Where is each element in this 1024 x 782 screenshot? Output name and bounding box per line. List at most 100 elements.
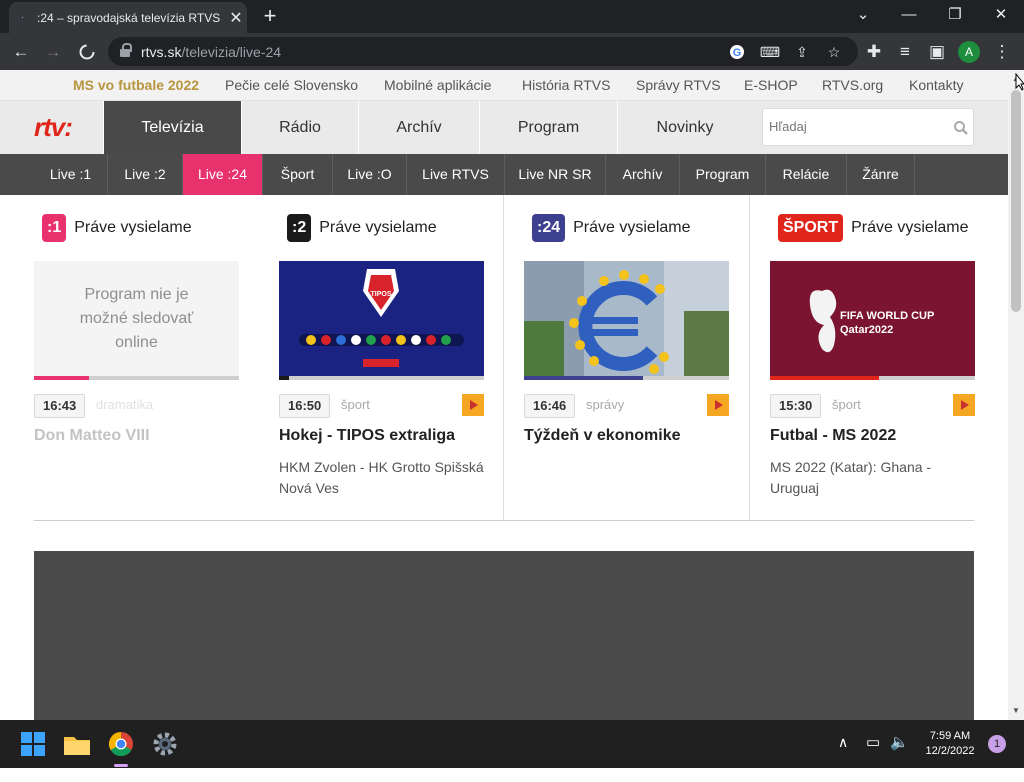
browser-tab[interactable]: · :24 – spravodajská televízia RTVS ✕ bbox=[9, 2, 247, 33]
bookmark-star-icon[interactable]: ☆ bbox=[823, 41, 845, 63]
top-link-ms-futbal[interactable]: MS vo futbale 2022 bbox=[73, 77, 199, 93]
nav-radio[interactable]: Rádio bbox=[241, 101, 358, 154]
program-title[interactable]: Futbal - MS 2022 bbox=[770, 427, 975, 445]
video-thumbnail[interactable]: FIFA WORLD CUP Qatar2022 bbox=[770, 261, 975, 380]
mouse-cursor-icon bbox=[1015, 73, 1024, 91]
top-link-historia[interactable]: História RTVS bbox=[522, 77, 610, 93]
side-panel-icon[interactable]: ▣ bbox=[925, 40, 949, 64]
channel-heading: ŠPORT Práve vysielame bbox=[778, 213, 969, 243]
progress-fill bbox=[34, 376, 90, 380]
chrome-menu-icon[interactable]: ⋮ bbox=[990, 40, 1014, 64]
url-text: rtvs.sk/televizia/live-24 bbox=[141, 44, 282, 60]
channel-heading: :2 Práve vysielame bbox=[287, 213, 437, 243]
search-input[interactable] bbox=[769, 119, 949, 134]
network-icon[interactable]: ▭ bbox=[866, 733, 880, 781]
video-thumbnail[interactable]: TIPOS bbox=[279, 261, 484, 380]
program-title[interactable]: Týždeň v ekonomike bbox=[524, 427, 729, 445]
genre-label: šport bbox=[341, 397, 370, 412]
program-description: MS 2022 (Katar): Ghana - Uruguaj bbox=[770, 459, 932, 496]
subnav-sport[interactable]: Šport bbox=[263, 154, 333, 195]
volume-icon[interactable]: 🔈 bbox=[890, 733, 909, 781]
subnav-live-2[interactable]: Live :2 bbox=[108, 154, 183, 195]
program-title[interactable]: Don Matteo VIII bbox=[34, 427, 239, 445]
genre-label: šport bbox=[832, 397, 861, 412]
subnav-live-o[interactable]: Live :O bbox=[333, 154, 407, 195]
media-control-icon[interactable]: ≡ bbox=[893, 40, 917, 64]
loading-stop-icon[interactable] bbox=[75, 40, 99, 64]
settings-gear-icon[interactable] bbox=[149, 728, 181, 760]
windows-start-icon[interactable] bbox=[17, 728, 49, 760]
share-icon[interactable]: ⇪ bbox=[791, 41, 813, 63]
channel-card-2[interactable]: :2 Práve vysielame TIPOS 16:50 šport Hok… bbox=[279, 195, 484, 515]
now-playing-label: Práve vysielame bbox=[74, 219, 192, 236]
play-icon[interactable] bbox=[707, 394, 729, 416]
start-time: 15:30 bbox=[770, 394, 822, 418]
column-divider bbox=[749, 195, 750, 520]
forward-arrow-icon[interactable]: → bbox=[41, 40, 65, 64]
now-playing-label: Práve vysielame bbox=[851, 219, 969, 236]
column-divider bbox=[503, 195, 504, 520]
top-link-aplikacie[interactable]: Mobilné aplikácie bbox=[384, 77, 491, 93]
rtv-logo[interactable]: rtv: bbox=[34, 112, 73, 143]
top-link-pecie[interactable]: Pečie celé Slovensko bbox=[225, 77, 358, 93]
channel-card-sport[interactable]: ŠPORT Práve vysielame FIFA WORLD CUP Qat… bbox=[770, 195, 975, 515]
search-box[interactable] bbox=[762, 108, 974, 146]
subnav-program[interactable]: Program bbox=[680, 154, 766, 195]
taskbar-clock[interactable]: 7:59 AM 12/2/2022 bbox=[920, 729, 980, 777]
play-icon[interactable] bbox=[953, 394, 975, 416]
minimize-button[interactable]: — bbox=[886, 0, 932, 30]
channel-badge: :1 bbox=[42, 214, 67, 242]
program-title[interactable]: Hokej - TIPOS extraliga bbox=[279, 427, 484, 445]
video-thumbnail[interactable] bbox=[524, 261, 729, 380]
google-lens-icon[interactable]: G bbox=[726, 41, 748, 63]
active-app-indicator bbox=[114, 764, 128, 767]
top-link-rtvs-org[interactable]: RTVS.org bbox=[822, 77, 883, 93]
notification-badge[interactable]: 1 bbox=[988, 735, 1006, 753]
tab-close-icon[interactable]: ✕ bbox=[225, 8, 247, 28]
back-arrow-icon[interactable]: ← bbox=[9, 40, 33, 64]
scrollbar-thumb[interactable] bbox=[1011, 90, 1021, 312]
close-window-button[interactable]: ✕ bbox=[978, 0, 1024, 30]
chrome-taskbar-icon[interactable] bbox=[105, 728, 137, 760]
search-icon[interactable] bbox=[953, 120, 969, 136]
video-player-area[interactable] bbox=[34, 551, 974, 720]
subnav-live-24[interactable]: Live :24 bbox=[183, 154, 263, 195]
top-link-kontakty[interactable]: Kontakty bbox=[909, 77, 963, 93]
subnav-relacie[interactable]: Relácie bbox=[766, 154, 847, 195]
extensions-puzzle-icon[interactable]: ✚ bbox=[862, 40, 886, 64]
top-link-spravy[interactable]: Správy RTVS bbox=[636, 77, 721, 93]
video-thumbnail[interactable]: Program nie je možné sledovať online bbox=[34, 261, 239, 380]
channel-card-1[interactable]: :1 Práve vysielame Program nie je možné … bbox=[34, 195, 239, 515]
progress-fill bbox=[279, 376, 290, 380]
subnav-live-1[interactable]: Live :1 bbox=[34, 154, 108, 195]
channel-badge: :24 bbox=[532, 214, 566, 242]
translate-icon[interactable]: ⌨ bbox=[759, 41, 781, 63]
nav-program[interactable]: Program bbox=[479, 101, 617, 154]
clock-time: 7:59 AM bbox=[929, 730, 971, 742]
subnav-live-rtvs[interactable]: Live RTVS bbox=[407, 154, 505, 195]
channel-card-24[interactable]: :24 Práve vysielame 16:46 správy Týždeň … bbox=[524, 195, 729, 515]
unavailable-message: Program nie je možné sledovať online bbox=[79, 286, 194, 351]
nav-archiv[interactable]: Archív bbox=[358, 101, 479, 154]
restore-button[interactable]: ❐ bbox=[932, 0, 978, 30]
address-bar[interactable]: rtvs.sk/televizia/live-24 G ⌨ ⇪ ☆ bbox=[108, 37, 858, 66]
world-cup-label: FIFA WORLD CUP Qatar2022 bbox=[840, 310, 935, 336]
subnav-archiv[interactable]: Archív bbox=[606, 154, 680, 195]
file-explorer-icon[interactable] bbox=[61, 728, 93, 760]
scroll-down-arrow-icon[interactable]: ▼ bbox=[1008, 704, 1024, 718]
program-description: HKM Zvolen - HK Grotto Spišská Nová Ves bbox=[279, 459, 484, 496]
tray-chevron-up-icon[interactable]: ∧ bbox=[838, 734, 848, 782]
profile-avatar[interactable]: A bbox=[958, 41, 980, 63]
new-tab-button[interactable]: + bbox=[258, 4, 282, 28]
tab-search-chevron-icon[interactable]: ⌄ bbox=[840, 0, 886, 30]
page-scrollbar[interactable]: ▲ ▼ bbox=[1008, 70, 1024, 720]
progress-fill bbox=[524, 376, 643, 380]
subnav-live-nrsr[interactable]: Live NR SR bbox=[505, 154, 606, 195]
lock-icon bbox=[120, 43, 132, 57]
subnav-zanre[interactable]: Žánre bbox=[847, 154, 915, 195]
genre-label: správy bbox=[586, 397, 625, 412]
play-icon[interactable] bbox=[462, 394, 484, 416]
top-link-eshop[interactable]: E-SHOP bbox=[744, 77, 798, 93]
nav-televizia[interactable]: Televízia bbox=[103, 101, 241, 154]
nav-novinky[interactable]: Novinky bbox=[617, 101, 752, 154]
